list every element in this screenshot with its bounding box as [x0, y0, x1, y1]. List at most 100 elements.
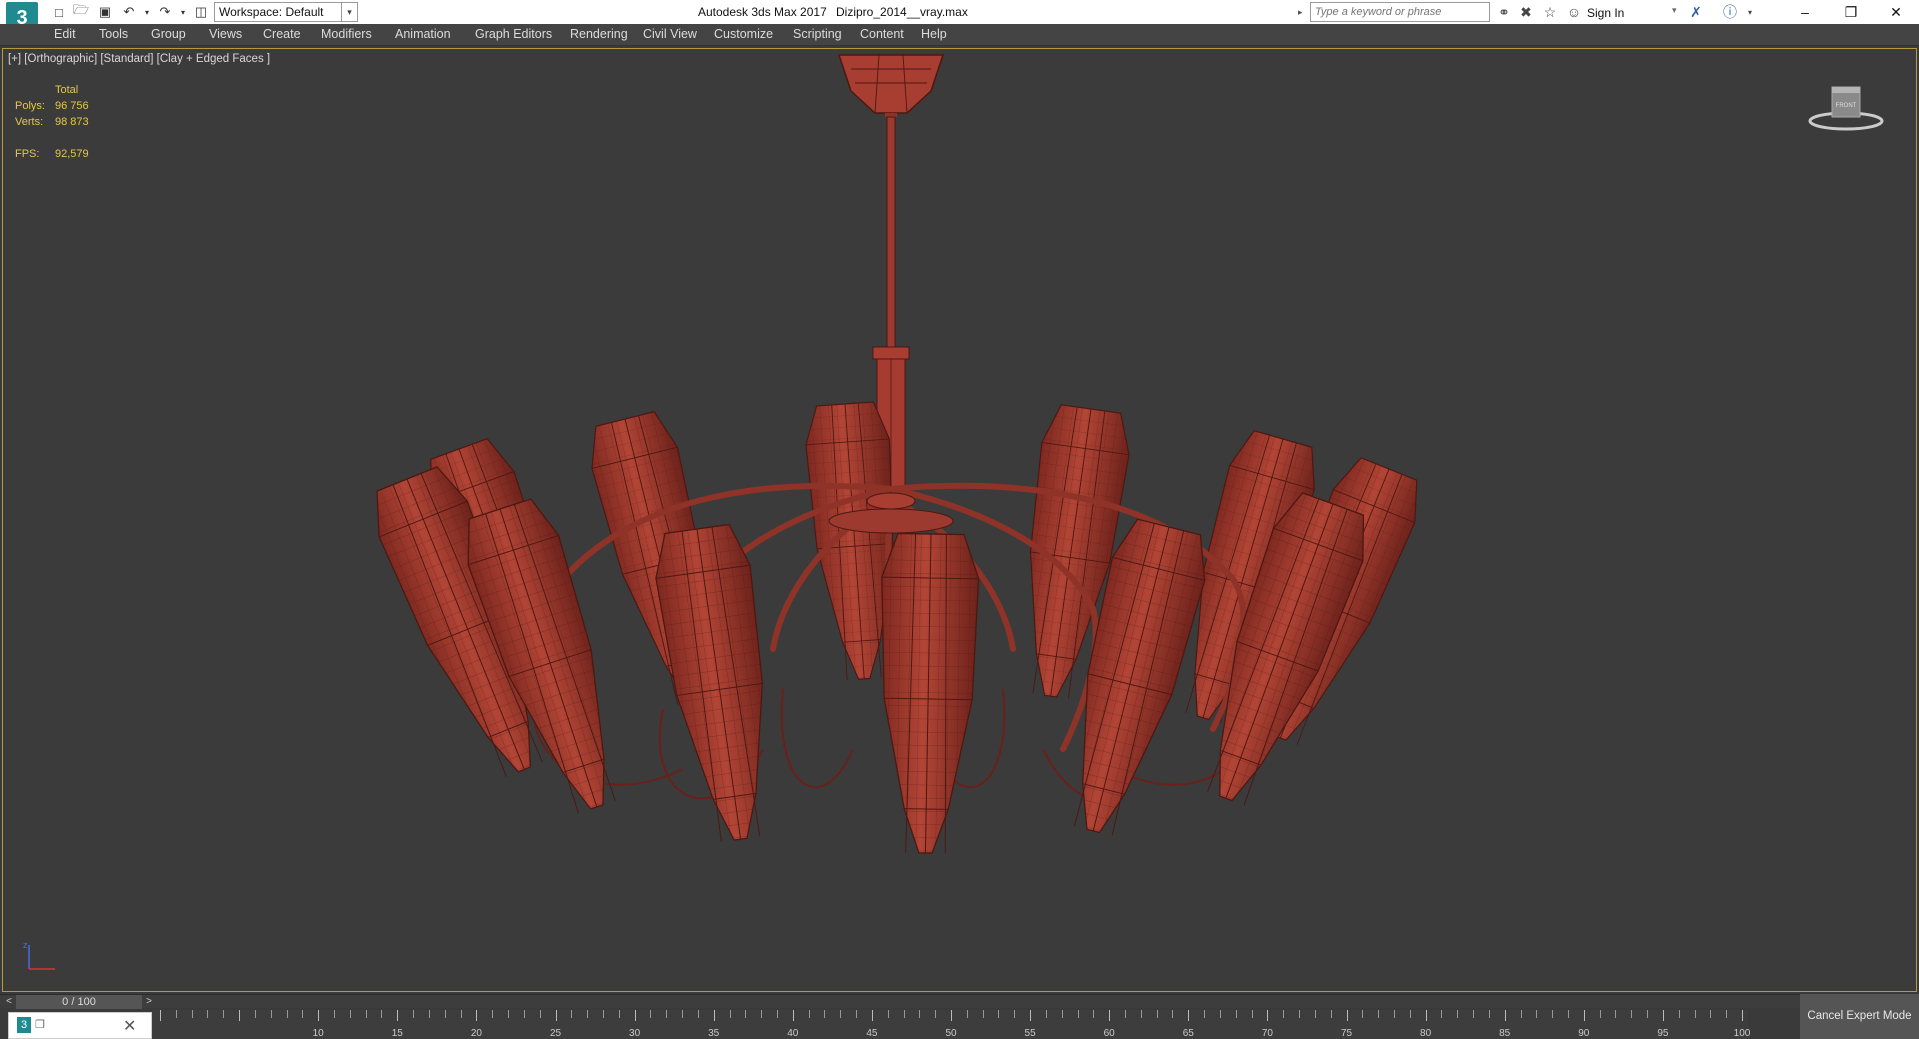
track-tick [1520, 1010, 1522, 1018]
track-tick [935, 1010, 937, 1018]
track-tick [729, 1010, 731, 1018]
track-tick [602, 1010, 604, 1018]
exchange-apps-icon[interactable]: ✗ [1686, 3, 1706, 21]
cancel-expert-mode-button[interactable]: Cancel Expert Mode [1800, 994, 1919, 1039]
help-icon[interactable]: ⓘ [1720, 3, 1740, 21]
track-tick [1030, 1010, 1032, 1021]
next-frame-icon[interactable]: > [142, 995, 156, 1009]
track-tick [302, 1010, 304, 1018]
track-tick [966, 1010, 968, 1018]
redo-icon[interactable]: ↷ [156, 3, 174, 21]
restore-small-icon[interactable]: ❐ [35, 1018, 45, 1031]
time-slider-thumb[interactable]: 0 / 100 [16, 995, 142, 1009]
menu-graph-editors[interactable]: Graph Editors [475, 27, 552, 41]
search-input[interactable] [1310, 2, 1490, 22]
chandelier-model[interactable] [3, 49, 1916, 991]
track-tick [1694, 1010, 1696, 1018]
track-tick [1662, 1010, 1664, 1021]
undo-icon[interactable]: ↶ [120, 3, 138, 21]
track-tick [776, 1010, 778, 1018]
track-tick [381, 1010, 383, 1018]
menu-animation[interactable]: Animation [395, 27, 451, 41]
open-file-icon[interactable]: 🗁 [72, 2, 90, 21]
track-label: 40 [787, 1028, 799, 1039]
track-tick [539, 1010, 541, 1018]
track-tick [1061, 1010, 1063, 1018]
menu-help[interactable]: Help [921, 27, 947, 41]
binoculars-icon[interactable]: ⚭ [1494, 3, 1514, 21]
sign-in-button[interactable]: Sign In [1587, 6, 1624, 20]
redo-dropdown-icon[interactable]: ▾ [174, 3, 192, 21]
track-tick [1156, 1010, 1158, 1018]
menu-modifiers[interactable]: Modifiers [321, 27, 372, 41]
track-tick [1678, 1010, 1680, 1018]
track-tick [428, 1010, 430, 1018]
track-tick [1267, 1010, 1269, 1021]
track-tick [1093, 1010, 1095, 1018]
track-tick [919, 1010, 921, 1018]
track-tick [1473, 1010, 1475, 1018]
time-slider[interactable]: < 0 / 100 > [0, 994, 1919, 1009]
track-bar[interactable]: 10 15 20 25 30 35 40 45 50 55 60 65 70 75 80 85 90 95 100 [152, 1010, 1751, 1039]
track-tick [618, 1010, 620, 1018]
close-small-icon[interactable]: ✕ [123, 1016, 136, 1036]
user-icon[interactable]: ☺ [1564, 3, 1584, 21]
menu-scripting[interactable]: Scripting [793, 27, 842, 41]
communication-center-icon[interactable]: ✖ [1516, 3, 1536, 21]
track-label: 95 [1657, 1028, 1669, 1039]
track-tick [413, 1010, 415, 1018]
close-icon[interactable]: ✕ [1873, 0, 1919, 24]
track-tick [160, 1010, 161, 1021]
workspace-dropdown[interactable]: Workspace: Default [214, 2, 342, 22]
menu-content[interactable]: Content [860, 27, 904, 41]
track-tick [1219, 1010, 1221, 1018]
menu-civil-view[interactable]: Civil View [643, 27, 697, 41]
menu-views[interactable]: Views [209, 27, 242, 41]
track-tick [1615, 1010, 1617, 1018]
track-tick [1425, 1010, 1427, 1021]
track-tick [634, 1010, 636, 1021]
favorites-star-icon[interactable]: ☆ [1540, 3, 1560, 21]
track-tick [1441, 1010, 1443, 1018]
menu-customize[interactable]: Customize [714, 27, 773, 41]
minimize-icon[interactable]: – [1782, 0, 1828, 24]
help-dropdown-icon[interactable]: ▾ [1740, 3, 1760, 21]
track-tick [1599, 1010, 1601, 1018]
track-tick [286, 1010, 288, 1018]
track-tick [1014, 1010, 1016, 1018]
track-tick [1125, 1010, 1127, 1018]
sign-in-dropdown-icon[interactable]: ▾ [1672, 5, 1677, 16]
track-tick [650, 1010, 652, 1018]
menu-rendering[interactable]: Rendering [570, 27, 628, 41]
save-file-icon[interactable]: ▣ [96, 3, 114, 21]
menu-tools[interactable]: Tools [99, 27, 128, 41]
app-title: Autodesk 3ds Max 2017 [698, 5, 827, 19]
viewport[interactable]: [+] [Orthographic] [Standard] [Clay + Ed… [2, 48, 1917, 992]
track-tick [982, 1010, 984, 1018]
document-title: Dizipro_2014__vray.max [836, 5, 968, 19]
workspace-dropdown-arrow-icon[interactable]: ▾ [342, 2, 358, 22]
title-bar: 3 □ 🗁 ▣ ↶ ▾ ↷ ▾ ◫ Workspace: Default ▾ A… [0, 0, 1919, 38]
menu-group[interactable]: Group [151, 27, 186, 41]
axis-gizmo-icon: z [23, 940, 55, 970]
track-tick [1172, 1010, 1174, 1018]
track-tick [856, 1010, 858, 1018]
track-tick [508, 1010, 510, 1018]
track-label: 30 [629, 1028, 641, 1039]
search-expand-icon[interactable]: ▸ [1298, 3, 1308, 21]
undo-dropdown-icon[interactable]: ▾ [138, 3, 156, 21]
project-folder-icon[interactable]: ◫ [192, 3, 210, 21]
track-tick [397, 1010, 399, 1021]
taskbar-preview[interactable]: 3 ❐ ✕ [8, 1012, 152, 1039]
prev-frame-icon[interactable]: < [2, 995, 16, 1009]
track-tick [1077, 1010, 1079, 1018]
menu-bar: Edit Tools Group Views Create Modifiers … [0, 24, 1919, 46]
menu-create[interactable]: Create [263, 27, 301, 41]
restore-icon[interactable]: ❐ [1828, 0, 1874, 24]
track-tick [951, 1010, 952, 1021]
track-label: 100 [1733, 1028, 1751, 1039]
track-label: 80 [1420, 1028, 1432, 1039]
new-file-icon[interactable]: □ [50, 3, 68, 21]
track-tick [1726, 1010, 1728, 1018]
menu-edit[interactable]: Edit [54, 27, 76, 41]
